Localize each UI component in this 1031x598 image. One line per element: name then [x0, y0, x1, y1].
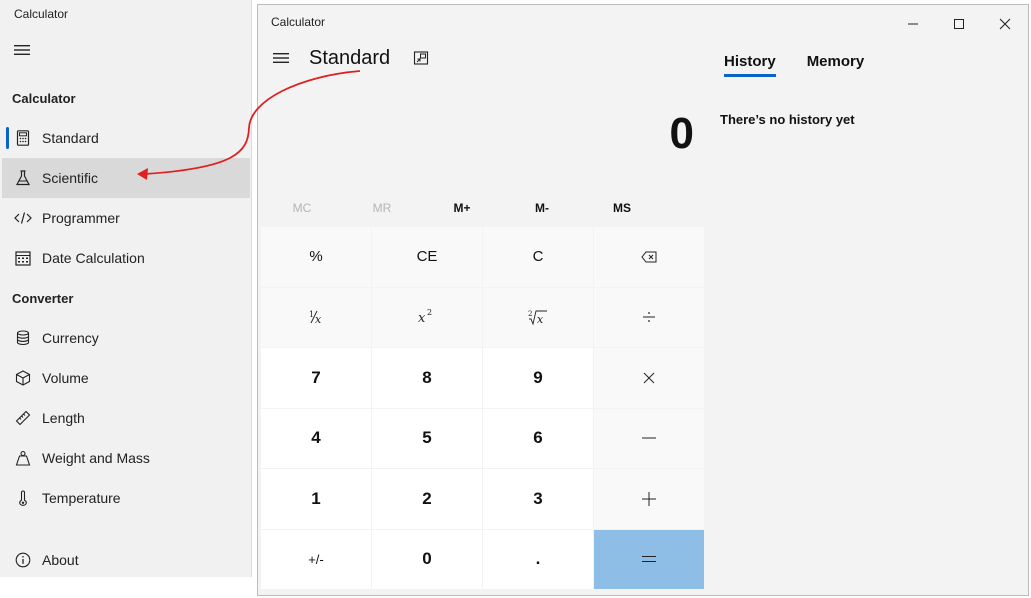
- currency-stack-icon: [14, 329, 32, 347]
- clear-entry-button[interactable]: CE: [372, 227, 482, 287]
- equals-button[interactable]: [594, 529, 704, 589]
- nav-item-about[interactable]: About: [2, 540, 250, 580]
- weight-icon: [14, 449, 32, 467]
- square-button[interactable]: x 2: [372, 287, 482, 347]
- nav-item-temperature[interactable]: Temperature: [2, 478, 250, 518]
- svg-text:x: x: [418, 311, 426, 326]
- minimize-icon: [908, 23, 918, 25]
- nav-item-volume[interactable]: Volume: [2, 358, 250, 398]
- navigation-pane: Calculator Calculator Standard Scientifi…: [0, 0, 252, 577]
- plus-icon: [642, 491, 656, 506]
- square-root-button[interactable]: 2 x: [483, 287, 593, 347]
- result-display: 0: [669, 109, 694, 158]
- tab-memory[interactable]: Memory: [807, 53, 865, 77]
- nav-app-title: Calculator: [14, 7, 69, 21]
- keypad: % CE C 1 x x 2 2 x 7 8 9 4 5 6 1 2 3 +/-…: [261, 227, 704, 593]
- maximize-icon: [954, 19, 964, 29]
- digit-0-button[interactable]: 0: [372, 529, 482, 589]
- multiply-icon: [643, 372, 655, 384]
- decimal-button[interactable]: .: [483, 529, 593, 589]
- square-icon: x 2: [418, 308, 432, 326]
- nav-item-standard[interactable]: Standard: [2, 118, 250, 158]
- nav-item-currency[interactable]: Currency: [2, 318, 250, 358]
- close-icon: [999, 18, 1011, 30]
- memory-subtract-button[interactable]: M-: [502, 195, 582, 221]
- mode-title: Standard: [309, 47, 391, 69]
- negate-button[interactable]: +/-: [261, 529, 371, 589]
- digit-5-button[interactable]: 5: [372, 408, 482, 468]
- subtract-button[interactable]: [594, 408, 704, 468]
- close-button[interactable]: [982, 9, 1028, 39]
- side-panel-tabs: History Memory: [724, 53, 864, 77]
- digit-9-button[interactable]: 9: [483, 348, 593, 408]
- nav-item-weight-and-mass[interactable]: Weight and Mass: [2, 438, 250, 478]
- add-button[interactable]: [594, 469, 704, 529]
- square-root-icon: 2 x: [528, 310, 547, 326]
- reciprocal-icon: 1 x: [309, 310, 322, 326]
- divide-icon: [643, 312, 655, 323]
- digit-2-button[interactable]: 2: [372, 469, 482, 529]
- ruler-icon: [14, 409, 32, 427]
- section-calculator: Calculator: [12, 91, 76, 106]
- section-converter: Converter: [12, 291, 74, 306]
- minus-icon: [642, 437, 656, 439]
- digit-3-button[interactable]: 3: [483, 469, 593, 529]
- code-icon: [14, 209, 32, 227]
- history-empty-message: There’s no history yet: [720, 112, 855, 127]
- divide-button[interactable]: [594, 287, 704, 347]
- maximize-button[interactable]: [936, 9, 982, 39]
- memory-add-button[interactable]: M+: [422, 195, 502, 221]
- nav-item-standard-label: Standard: [42, 130, 99, 146]
- keep-on-top-icon[interactable]: [413, 50, 429, 66]
- tab-history[interactable]: History: [724, 53, 776, 77]
- svg-text:x: x: [537, 313, 544, 326]
- nav-item-scientific[interactable]: Scientific: [2, 158, 250, 198]
- thermometer-icon: [14, 489, 32, 507]
- nav-item-length-label: Length: [42, 410, 85, 426]
- calendar-icon: [14, 249, 32, 267]
- open-navigation-icon[interactable]: [272, 51, 290, 65]
- nav-item-programmer[interactable]: Programmer: [2, 198, 250, 238]
- digit-8-button[interactable]: 8: [372, 348, 482, 408]
- clear-button[interactable]: C: [483, 227, 593, 287]
- window-title: Calculator: [271, 15, 326, 29]
- digit-1-button[interactable]: 1: [261, 469, 371, 529]
- svg-text:2: 2: [427, 308, 432, 317]
- nav-item-volume-label: Volume: [42, 370, 89, 386]
- info-icon: [14, 551, 32, 569]
- multiply-button[interactable]: [594, 348, 704, 408]
- memory-clear-button[interactable]: MC: [262, 195, 342, 221]
- nav-item-date-calculation[interactable]: Date Calculation: [2, 238, 250, 278]
- memory-store-button[interactable]: MS: [582, 195, 662, 221]
- nav-item-temperature-label: Temperature: [42, 490, 121, 506]
- screenshot-root: Calculator Calculator Standard Scientifi…: [0, 0, 1031, 598]
- digit-7-button[interactable]: 7: [261, 348, 371, 408]
- nav-item-scientific-label: Scientific: [42, 170, 99, 186]
- calculator-window: Calculator Standard 0 MC MR M+ M- MS % C…: [257, 4, 1029, 596]
- hamburger-menu-icon[interactable]: [12, 42, 32, 58]
- svg-text:2: 2: [528, 310, 532, 318]
- memory-row: MC MR M+ M- MS: [262, 195, 704, 221]
- digit-6-button[interactable]: 6: [483, 408, 593, 468]
- memory-recall-button[interactable]: MR: [342, 195, 422, 221]
- svg-text:x: x: [315, 313, 322, 326]
- nav-item-length[interactable]: Length: [2, 398, 250, 438]
- percent-button[interactable]: %: [261, 227, 371, 287]
- nav-item-weight-and-mass-label: Weight and Mass: [42, 450, 150, 466]
- cube-icon: [14, 369, 32, 387]
- nav-item-about-label: About: [42, 552, 79, 568]
- nav-item-programmer-label: Programmer: [42, 210, 120, 226]
- nav-item-date-calculation-label: Date Calculation: [42, 250, 145, 266]
- calculator-icon: [14, 129, 32, 147]
- backspace-icon: [641, 251, 657, 263]
- selected-indicator: [6, 127, 9, 149]
- flask-icon: [14, 169, 32, 187]
- backspace-button[interactable]: [594, 227, 704, 287]
- equals-icon: [642, 556, 656, 563]
- digit-4-button[interactable]: 4: [261, 408, 371, 468]
- minimize-button[interactable]: [890, 9, 936, 39]
- nav-item-currency-label: Currency: [42, 330, 99, 346]
- reciprocal-button[interactable]: 1 x: [261, 287, 371, 347]
